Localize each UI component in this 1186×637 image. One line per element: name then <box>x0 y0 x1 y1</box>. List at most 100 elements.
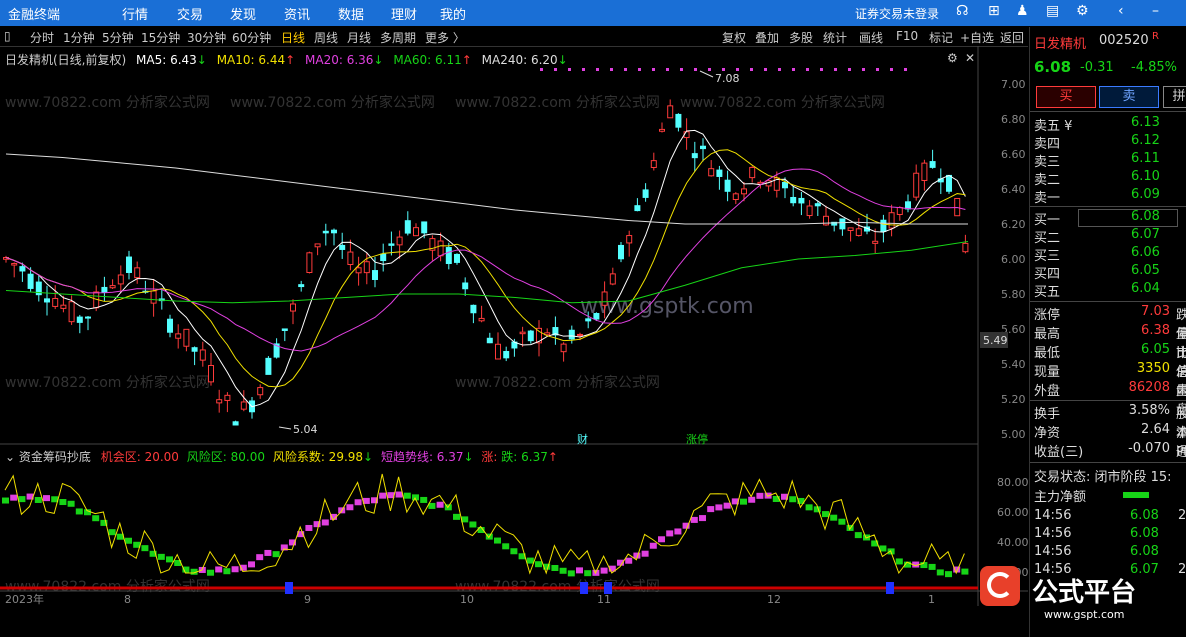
price-tick: 5.80 <box>1001 288 1026 301</box>
menu-finance[interactable]: 理财 <box>391 4 417 23</box>
candle-body <box>618 244 624 260</box>
signal-dot <box>638 68 641 71</box>
back-icon[interactable]: ‹ <box>1118 3 1124 19</box>
candle-body <box>240 401 247 410</box>
gspt-logo-text: 公式平台 <box>1032 578 1137 608</box>
indicator-toggle-icon[interactable]: ⌄ <box>5 450 15 464</box>
expand-icon[interactable]: ▯ <box>4 29 11 43</box>
tab-daily[interactable]: 日线 <box>281 29 305 46</box>
tab-30min[interactable]: 30分钟 <box>187 29 226 46</box>
menu-mine[interactable]: 我的 <box>440 4 466 23</box>
signal-dot <box>834 68 837 71</box>
indicator-block <box>723 502 731 509</box>
buy-button[interactable]: 买 <box>1036 86 1096 108</box>
signal-dot <box>540 68 543 71</box>
news-icon[interactable]: ▤ <box>1046 3 1059 19</box>
net-flow-label[interactable]: 主力净额 <box>1034 486 1086 505</box>
candle-body <box>470 304 477 314</box>
indicator-block <box>223 568 231 575</box>
menu-news[interactable]: 资讯 <box>284 4 310 23</box>
net-flow-bar <box>1123 492 1149 498</box>
btn-overlay[interactable]: 叠加 <box>755 29 779 46</box>
candle-body <box>68 301 75 323</box>
indicator-block <box>125 537 132 544</box>
btn-return[interactable]: 返回 <box>1000 29 1024 46</box>
headset-icon[interactable]: ☊ <box>956 3 968 19</box>
tab-multi[interactable]: 多周期 <box>380 29 416 46</box>
candle-body <box>577 333 583 336</box>
candle-body <box>85 316 91 319</box>
minimize-icon[interactable]: – <box>1152 3 1159 19</box>
btn-add-watch[interactable]: +自选 <box>960 29 994 46</box>
ask-label: 卖五 ¥ <box>1034 119 1073 134</box>
gear-icon[interactable]: ⚙ <box>1076 3 1089 19</box>
price-tick: 6.00 <box>1001 253 1026 266</box>
indicator-block <box>34 496 42 503</box>
indicator-block <box>945 571 952 578</box>
indicator-block <box>207 569 214 576</box>
price-pct: -4.85% <box>1131 60 1177 75</box>
indicator-block <box>395 491 403 498</box>
signal-dot <box>680 68 683 71</box>
btn-stats[interactable]: 统计 <box>823 29 847 46</box>
indicator-block <box>18 496 26 503</box>
down-label: 跌: 6.37 <box>501 450 548 464</box>
tab-5min[interactable]: 5分钟 <box>102 29 134 46</box>
risk-coef-line <box>4 473 965 575</box>
login-status[interactable]: 证券交易未登录 <box>855 5 939 22</box>
grid-icon[interactable]: ⊞ <box>988 3 1000 19</box>
menu-trade[interactable]: 交易 <box>177 4 203 23</box>
candle-body <box>486 337 493 344</box>
tab-1min[interactable]: 1分钟 <box>63 29 95 46</box>
candle-body <box>372 270 378 280</box>
tick-price: 6.08 <box>1130 508 1159 523</box>
sell-button[interactable]: 卖 <box>1099 86 1159 108</box>
candle-body <box>208 364 214 383</box>
candle-body <box>314 243 321 248</box>
btn-mark[interactable]: 标记 <box>929 29 953 46</box>
menu-data[interactable]: 数据 <box>338 4 364 23</box>
candle-body <box>388 243 395 246</box>
stock-name: 日发精机 <box>1034 37 1087 52</box>
btn-draw[interactable]: 画线 <box>859 29 883 46</box>
btn-adjust[interactable]: 复权 <box>722 29 746 46</box>
indicator-block <box>166 556 173 563</box>
candle-body <box>27 273 34 289</box>
indicator-block <box>584 570 592 577</box>
btn-f10[interactable]: F10 <box>896 29 918 43</box>
candle-body <box>634 205 641 212</box>
candle-body <box>52 298 59 307</box>
more-button[interactable]: 拼 <box>1163 86 1186 108</box>
signal-dot <box>792 68 795 71</box>
tab-more[interactable]: 更多 〉 <box>425 29 465 46</box>
menu-quotes[interactable]: 行情 <box>122 4 148 23</box>
menu-discover[interactable]: 发现 <box>230 4 256 23</box>
fin-marker[interactable]: 财 <box>577 432 588 446</box>
candle-body <box>839 218 846 230</box>
tab-minute[interactable]: 分时 <box>30 29 54 46</box>
limit-marker[interactable]: 涨停 <box>686 432 708 446</box>
shirt-icon[interactable]: ♟ <box>1016 3 1029 19</box>
tab-weekly[interactable]: 周线 <box>314 29 338 46</box>
candle-body <box>199 349 206 361</box>
indicator-block <box>157 553 165 560</box>
date-tick: 1 <box>928 593 935 606</box>
ask-price: 6.09 <box>1131 187 1160 202</box>
tick-vol: 2 <box>1178 562 1186 577</box>
tab-15min[interactable]: 15分钟 <box>141 29 180 46</box>
signal-dot <box>778 68 781 71</box>
tab-60min[interactable]: 60分钟 <box>232 29 271 46</box>
tab-monthly[interactable]: 月线 <box>347 29 371 46</box>
candle-body <box>191 347 198 352</box>
bid-price: 6.06 <box>1131 245 1160 260</box>
indicator-block <box>838 518 846 525</box>
indicator-block <box>305 524 313 531</box>
candle-body <box>175 333 182 339</box>
indicator-block <box>59 499 67 506</box>
indicator-block <box>854 532 862 539</box>
btn-multistock[interactable]: 多股 <box>789 29 813 46</box>
indicator-block <box>830 514 838 521</box>
candle-body <box>216 399 223 404</box>
indicator-block <box>215 566 223 573</box>
bid-price: 6.04 <box>1131 281 1160 296</box>
